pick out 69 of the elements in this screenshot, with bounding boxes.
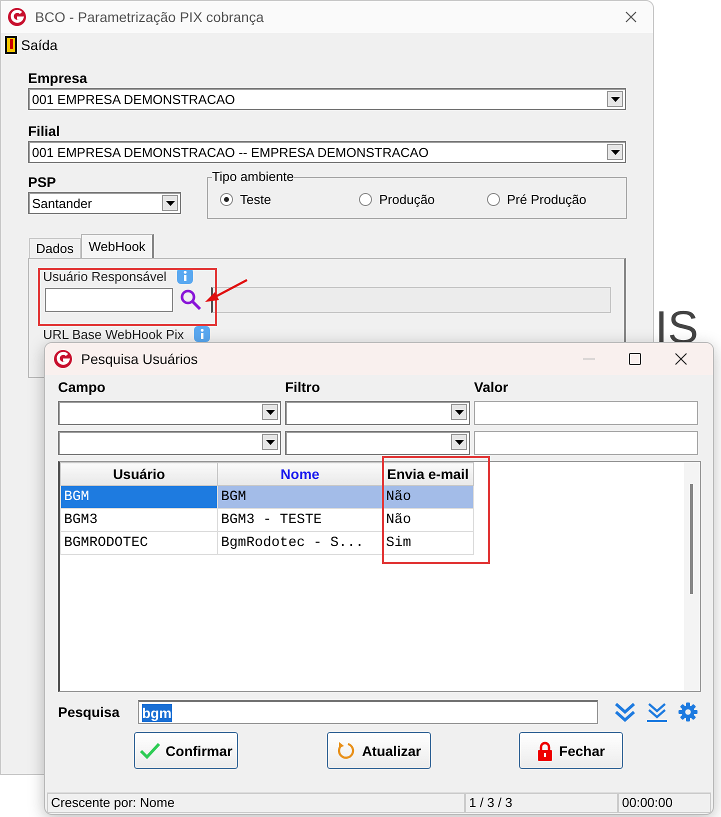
caret-icon: [454, 410, 464, 414]
status-text: 00:00:00: [618, 793, 711, 813]
maximize-icon[interactable]: [629, 353, 641, 365]
info-icon[interactable]: [194, 326, 210, 342]
close-icon[interactable]: [675, 353, 687, 365]
search-label: Pesquisa: [58, 704, 121, 720]
table-row[interactable]: BGMRODOTEC BgmRodotec - S... Sim: [60, 532, 474, 554]
field-label: Empresa: [28, 69, 88, 88]
logo-icon: [53, 349, 73, 369]
field-label: URL Base WebHook Pix: [43, 326, 184, 342]
chevrons-down-icon[interactable]: [614, 702, 636, 722]
field-label: Filial: [28, 122, 61, 141]
checkmark-icon: [140, 742, 160, 760]
close-icon[interactable]: [625, 11, 637, 23]
filter-dropdown[interactable]: [285, 431, 470, 455]
status-text: 1 / 3 / 3: [465, 793, 618, 813]
column-header[interactable]: Envia e-mail: [382, 462, 474, 486]
field-label: PSP: [28, 173, 58, 192]
status-text: Crescente por: Nome: [47, 793, 465, 813]
radio-option[interactable]: Produção: [359, 192, 487, 207]
scrollbar-thumb[interactable]: [690, 484, 693, 594]
padlock-icon: [537, 740, 554, 760]
filter-label: Campo: [58, 379, 106, 395]
filter-label: Valor: [474, 379, 510, 395]
download-icon[interactable]: [646, 702, 668, 722]
table-cell: Não: [382, 486, 474, 508]
radio-option[interactable]: Pré Produção: [486, 192, 626, 207]
refresh-icon: [336, 740, 356, 760]
tab[interactable]: WebHook: [80, 234, 154, 258]
settings-icon[interactable]: [678, 702, 698, 722]
table-cell: BGM3: [60, 508, 218, 532]
branch-dropdown[interactable]: 001 EMPRESA DEMONSTRACAO -- EMPRESA DEMONSTRACAO: [28, 141, 626, 163]
caret-icon: [266, 440, 274, 444]
search-input[interactable]: bgm: [138, 700, 598, 724]
user-input[interactable]: [45, 288, 173, 312]
background-text: IS: [655, 300, 698, 354]
table-row[interactable]: BGM3 BGM3 - TESTE Não: [60, 508, 474, 532]
column-header[interactable]: Usuário: [60, 462, 218, 486]
filter-dropdown[interactable]: [285, 401, 470, 425]
caret-icon: [454, 440, 464, 444]
search-icon[interactable]: [179, 288, 203, 312]
filter-label: Filtro: [285, 379, 321, 395]
psp-dropdown[interactable]: Santander: [28, 192, 181, 214]
menu-item[interactable]: Saída: [1, 36, 62, 54]
value-input[interactable]: [474, 401, 698, 425]
value-input[interactable]: [474, 431, 698, 455]
table-cell: BGM: [60, 486, 218, 508]
caret-icon: [166, 200, 174, 206]
caret-icon: [266, 410, 274, 414]
logo-icon: [7, 7, 27, 27]
field-label: Usuário Responsável: [43, 268, 167, 284]
table-cell: BGM: [218, 486, 382, 508]
radio-option[interactable]: Teste: [220, 192, 360, 207]
close-button[interactable]: Fechar: [519, 732, 623, 769]
dialog-title: Pesquisa Usuários: [81, 351, 199, 367]
window-title: BCO - Parametrização PIX cobrança: [35, 9, 265, 25]
column-header[interactable]: Nome: [218, 462, 382, 486]
company-dropdown[interactable]: 001 EMPRESA DEMONSTRACAO: [28, 88, 626, 110]
group-title: Tipo ambiente: [212, 169, 294, 184]
field-dropdown[interactable]: [58, 401, 281, 425]
field-dropdown[interactable]: [58, 431, 281, 455]
table-cell: BGMRODOTEC: [60, 532, 218, 554]
tab[interactable]: Dados: [29, 238, 81, 258]
confirm-button[interactable]: Confirmar: [134, 732, 238, 769]
caret-icon: [610, 150, 620, 154]
refresh-button[interactable]: Atualizar: [326, 732, 430, 769]
door-icon: [5, 36, 17, 54]
table-row[interactable]: BGM BGM Não: [60, 486, 474, 508]
caret-icon: [610, 96, 620, 102]
